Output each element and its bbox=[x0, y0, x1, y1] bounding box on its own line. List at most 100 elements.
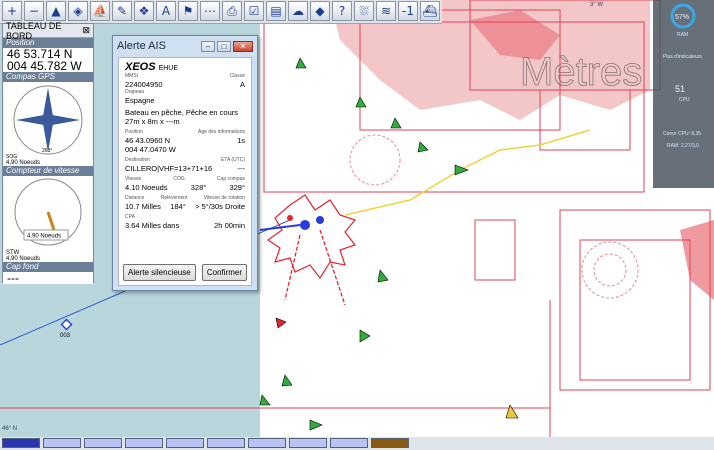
ais-alert-title: Alerte AIS bbox=[117, 40, 166, 52]
tide-icon[interactable]: ⛆ bbox=[354, 1, 374, 21]
mmsi-value: 224004950 bbox=[125, 80, 163, 89]
quilt-piece[interactable] bbox=[248, 438, 286, 448]
gps-compass-label: Compas GPS bbox=[3, 72, 93, 82]
waypoint-mark-icon[interactable]: ⚑ bbox=[178, 1, 198, 21]
speed-value: 4.10 Noeuds bbox=[125, 183, 168, 192]
position-lon: 004 45.782 W bbox=[3, 60, 93, 72]
ais-icon[interactable]: ◆ bbox=[310, 1, 330, 21]
dashboard-titlebar[interactable]: TABLEAU DE BORD ⊠ bbox=[3, 21, 93, 41]
cpa-label: CPA bbox=[125, 214, 135, 220]
rot-value: > 5°/30s Droite bbox=[195, 202, 245, 211]
ais-target[interactable] bbox=[287, 215, 293, 221]
system-monitor-graphics: 57% RAM Plus d'indicateurs 51 CPU Coeur … bbox=[663, 3, 703, 149]
tcpa-value: 2h 00min bbox=[214, 221, 245, 230]
ram-label: RAM bbox=[677, 32, 688, 38]
vessel-dims: 27m x 8m x ---m bbox=[125, 117, 180, 126]
gps-compass-gauge: 263° SOG bbox=[4, 82, 92, 160]
weather-icon[interactable]: ☁ bbox=[288, 1, 308, 21]
speed-label: Vitesse bbox=[125, 176, 142, 182]
track-icon[interactable]: ⋯ bbox=[200, 1, 220, 21]
vessel-type: Bateau en pêche, Pêche en cours bbox=[125, 108, 238, 117]
chart-quilt-bar bbox=[0, 437, 714, 450]
quilt-piece[interactable] bbox=[330, 438, 368, 448]
latitude-label: 46° N bbox=[2, 426, 17, 432]
ram-readout: RAM: 2,27/3,0 bbox=[667, 143, 699, 149]
destination-label: Destination bbox=[125, 157, 151, 163]
system-monitor-overlay: 57% RAM Plus d'indicateurs 51 CPU Coeur … bbox=[653, 0, 714, 188]
rot-label: Vitesse de rotation bbox=[203, 195, 245, 201]
maximize-icon[interactable]: □ bbox=[217, 40, 231, 52]
quilt-piece[interactable] bbox=[43, 438, 81, 448]
distance-label: Distance bbox=[125, 195, 145, 201]
class-label: Classe bbox=[229, 73, 245, 79]
longitude-label: 3° W bbox=[590, 2, 603, 8]
compass-icon[interactable]: ◈ bbox=[68, 1, 88, 21]
close-icon[interactable]: ✕ bbox=[233, 40, 253, 52]
nautical-chart[interactable]: 003 46° N 3° W Mètres bbox=[0, 0, 714, 450]
heading-label: Cap compas bbox=[216, 176, 245, 182]
help-icon[interactable]: ? bbox=[332, 1, 352, 21]
waypoint-label: 003 bbox=[60, 333, 71, 339]
eta-label: ETA (UTC) bbox=[220, 157, 245, 163]
silence-alert-button[interactable]: Alerte silencieuse bbox=[123, 264, 196, 281]
cog-value: 328° bbox=[190, 183, 207, 192]
quilt-piece[interactable] bbox=[84, 438, 122, 448]
zoom-out-icon[interactable]: − bbox=[24, 1, 44, 21]
quilt-piece[interactable] bbox=[207, 438, 245, 448]
vessel-callsign: EHUE bbox=[158, 65, 179, 72]
own-ship[interactable] bbox=[300, 220, 310, 230]
quilt-piece[interactable] bbox=[371, 438, 409, 448]
close-icon[interactable]: ⊠ bbox=[82, 25, 90, 36]
text-annotation-icon[interactable]: A bbox=[156, 1, 176, 21]
flag-label: Drapeau bbox=[125, 89, 145, 95]
cpu-percent: 57% bbox=[675, 14, 689, 21]
ais-alert-window: Alerte AIS – □ ✕ XEOS EHUE MMSI Classe 224… bbox=[112, 35, 258, 291]
core-readout: Coeur CPU: 8,35 bbox=[663, 131, 701, 137]
ais-target[interactable] bbox=[316, 216, 324, 224]
position-lon: 004 47.0470 W bbox=[125, 145, 176, 154]
quilt-piece[interactable] bbox=[2, 438, 40, 448]
ais-alert-body: XEOS EHUE MMSI Classe 224004950 A Drapeau E… bbox=[118, 57, 252, 286]
age-label: Age des informations bbox=[198, 129, 245, 135]
cpu-value: 51 bbox=[675, 84, 685, 94]
heading-value: 329° bbox=[229, 183, 245, 192]
quilt-piece[interactable] bbox=[289, 438, 327, 448]
vessel-name-line: XEOS EHUE bbox=[125, 61, 245, 73]
north-up-icon[interactable]: ▲ bbox=[46, 1, 66, 21]
cpa-value: 3.64 Milles dans bbox=[125, 221, 180, 230]
distance-value: 10.7 Milles bbox=[125, 202, 161, 211]
position-label: Position bbox=[125, 129, 143, 135]
eta-value: --- bbox=[237, 164, 246, 173]
bearing-value: 184° bbox=[170, 202, 186, 211]
destination-value: CILLERO|VHF=13+71+16 bbox=[125, 164, 213, 173]
speed-section-label: Compteur de vitesse bbox=[3, 166, 93, 176]
flag-value: Espagne bbox=[125, 96, 155, 105]
boat-icon[interactable]: ⛴ bbox=[420, 1, 440, 21]
overlay-text: Mètres bbox=[520, 50, 642, 94]
ais-alert-titlebar[interactable]: Alerte AIS – □ ✕ bbox=[113, 36, 257, 56]
mmsi-label: MMSI bbox=[125, 73, 139, 79]
cpu-label: CPU bbox=[679, 97, 690, 103]
confirm-button[interactable]: Confirmer bbox=[201, 264, 247, 281]
class-value: A bbox=[239, 80, 245, 89]
print-icon[interactable]: ⎙ bbox=[222, 1, 242, 21]
vessel-name: XEOS bbox=[125, 61, 156, 73]
layers-icon[interactable]: ▤ bbox=[266, 1, 286, 21]
zoom-in-icon[interactable]: + bbox=[2, 1, 22, 21]
current-icon[interactable]: ≋ bbox=[376, 1, 396, 21]
minimize-icon[interactable]: – bbox=[201, 40, 215, 52]
quilt-piece[interactable] bbox=[166, 438, 204, 448]
heading-readout: 263° bbox=[42, 148, 52, 154]
dashboard-panel: TABLEAU DE BORD ⊠ Position 46 53.714 N 0… bbox=[2, 21, 94, 284]
measure-icon[interactable]: ✎ bbox=[112, 1, 132, 21]
position-lat: 46 43.0960 N bbox=[125, 136, 171, 145]
cog-label: COG bbox=[173, 176, 185, 182]
quilt-piece[interactable] bbox=[125, 438, 163, 448]
route-icon[interactable]: ⛵ bbox=[90, 1, 110, 21]
speed-readout: 4.90 Noeuds bbox=[27, 234, 61, 240]
scale-down-icon[interactable]: -1 bbox=[398, 1, 418, 21]
cap-fond-value: --- bbox=[3, 272, 93, 284]
chart-settings-icon[interactable]: ☑ bbox=[244, 1, 264, 21]
mob-icon[interactable]: ❖ bbox=[134, 1, 154, 21]
bearing-label: Relèvement bbox=[160, 195, 188, 201]
